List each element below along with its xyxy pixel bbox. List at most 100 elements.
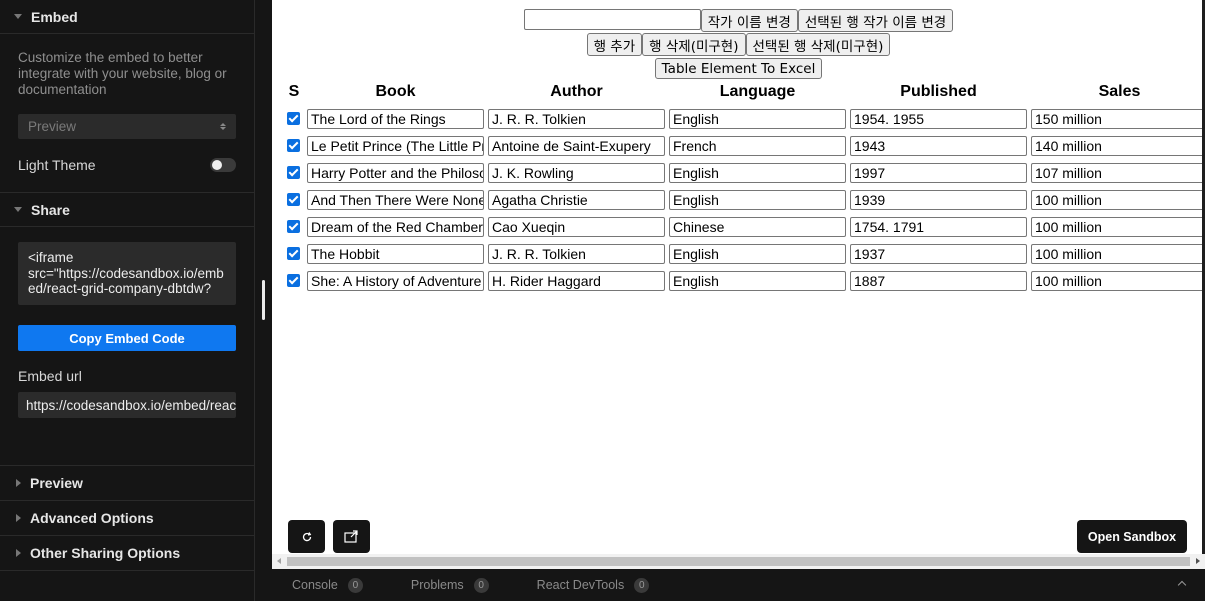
header-sales: Sales [1098, 83, 1141, 100]
problems-count-badge: 0 [473, 577, 489, 593]
horizontal-scrollbar[interactable] [272, 554, 1205, 569]
advanced-options-header[interactable]: Advanced Options [0, 501, 255, 536]
rename-selected-author-button[interactable]: 선택된 행 작가 이름 변경 [797, 9, 954, 32]
header-published: Published [900, 83, 977, 100]
preview-section-title: Preview [30, 475, 83, 491]
book-cell-input[interactable]: Harry Potter and the Philosopher's Stone [307, 163, 484, 183]
embed-section-header[interactable]: Embed [0, 0, 254, 34]
published-cell-input[interactable]: 1887 [850, 271, 1027, 291]
author-cell-input[interactable]: H. Rider Haggard [488, 271, 665, 291]
devtools-bar: Console 0 Problems 0 React DevTools 0 [272, 569, 1205, 601]
sales-cell-input[interactable]: 100 million [1031, 244, 1205, 264]
delete-selected-rows-button[interactable]: 선택된 행 삭제(미구현) [745, 33, 891, 56]
preview-frame: 작가 이름 변경 선택된 행 작가 이름 변경 행 추가 행 삭제(미구현) 선… [272, 0, 1205, 569]
language-cell-input[interactable]: English [669, 244, 846, 264]
console-tab[interactable]: Console 0 [292, 577, 363, 593]
author-cell-input[interactable]: J. R. R. Tolkien [488, 109, 665, 129]
author-cell-input[interactable]: Cao Xueqin [488, 217, 665, 237]
book-cell-input[interactable]: Dream of the Red Chamber [307, 217, 484, 237]
resize-handle[interactable] [262, 280, 265, 320]
row-select-checkbox[interactable] [287, 112, 300, 125]
row-select-checkbox[interactable] [287, 274, 300, 287]
problems-tab[interactable]: Problems 0 [410, 577, 489, 593]
published-cell-input[interactable]: 1937 [850, 244, 1027, 264]
book-cell-input[interactable]: She: A History of Adventure [307, 271, 484, 291]
light-theme-row: Light Theme [18, 153, 236, 177]
book-cell-input[interactable]: The Hobbit [307, 244, 484, 264]
copy-embed-code-button[interactable]: Copy Embed Code [18, 325, 236, 351]
light-theme-toggle[interactable] [210, 158, 236, 172]
open-sandbox-button[interactable]: Open Sandbox [1077, 520, 1187, 553]
other-sharing-options-title: Other Sharing Options [30, 545, 181, 561]
scrollbar-thumb[interactable] [287, 557, 1190, 566]
language-cell-input[interactable]: Chinese [669, 217, 846, 237]
row-select-checkbox[interactable] [287, 193, 300, 206]
chevron-up-icon[interactable] [1177, 580, 1187, 590]
row-select-checkbox[interactable] [287, 220, 300, 233]
author-cell-input[interactable]: Agatha Christie [488, 190, 665, 210]
language-cell-input[interactable]: English [669, 163, 846, 183]
select-arrows-icon [220, 123, 226, 130]
language-cell-input[interactable]: English [669, 109, 846, 129]
author-name-input[interactable] [523, 9, 701, 30]
sales-cell-input[interactable]: 100 million [1031, 217, 1205, 237]
open-new-window-button[interactable] [333, 520, 370, 553]
author-cell-input[interactable]: Antoine de Saint-Exupery [488, 136, 665, 156]
published-cell-input[interactable]: 1943 [850, 136, 1027, 156]
author-cell-input[interactable]: J. K. Rowling [488, 163, 665, 183]
sales-cell-input[interactable]: 150 million [1031, 109, 1205, 129]
react-devtools-tab[interactable]: React DevTools 0 [536, 577, 650, 593]
scroll-right-arrow-icon[interactable] [1196, 558, 1200, 564]
author-controls: 작가 이름 변경 선택된 행 작가 이름 변경 [272, 9, 1205, 32]
sales-cell-input[interactable]: 107 million [1031, 163, 1205, 183]
scroll-left-arrow-icon[interactable] [277, 558, 281, 564]
react-devtools-count-badge: 0 [634, 577, 650, 593]
book-cell-input[interactable]: Le Petit Prince (The Little Prince) [307, 136, 484, 156]
embed-url-input[interactable]: https://codesandbox.io/embed/react-grid-… [18, 392, 236, 418]
language-cell-input[interactable]: French [669, 136, 846, 156]
add-row-button[interactable]: 행 추가 [586, 33, 643, 56]
book-cell-input[interactable]: And Then There Were None [307, 190, 484, 210]
sales-cell-input[interactable]: 100 million [1031, 190, 1205, 210]
react-devtools-tab-label: React DevTools [536, 578, 625, 592]
share-section-header[interactable]: Share [0, 193, 254, 227]
advanced-options-title: Advanced Options [30, 510, 154, 526]
view-select-value: Preview [28, 119, 77, 134]
export-excel-button[interactable]: Table Element To Excel [654, 58, 823, 79]
rename-author-button[interactable]: 작가 이름 변경 [700, 9, 798, 32]
preview-section-header[interactable]: Preview [0, 466, 255, 501]
author-cell-input[interactable]: J. R. R. Tolkien [488, 244, 665, 264]
caret-right-icon [16, 514, 21, 522]
embed-code-textarea[interactable]: <iframe src="https://codesandbox.io/embe… [18, 242, 236, 305]
row-select-checkbox[interactable] [287, 166, 300, 179]
console-count-badge: 0 [347, 577, 363, 593]
refresh-button[interactable] [288, 520, 325, 553]
other-sharing-options-header[interactable]: Other Sharing Options [0, 536, 255, 571]
codesandbox-embed-page: Embed Customize the embed to better inte… [0, 0, 1205, 601]
published-cell-input[interactable]: 1939 [850, 190, 1027, 210]
language-cell-input[interactable]: English [669, 190, 846, 210]
sales-cell-input[interactable]: 100 million [1031, 271, 1205, 291]
light-theme-label: Light Theme [18, 157, 96, 173]
published-cell-input[interactable]: 1997 [850, 163, 1027, 183]
problems-tab-label: Problems [410, 578, 464, 592]
header-select: S [288, 83, 300, 100]
embed-section-title: Embed [31, 8, 78, 25]
console-tab-label: Console [292, 578, 338, 592]
row-controls: 행 추가 행 삭제(미구현) 선택된 행 삭제(미구현) [272, 33, 1205, 56]
published-cell-input[interactable]: 1754. 1791 [850, 217, 1027, 237]
view-select[interactable]: Preview [18, 114, 236, 139]
embed-sidebar: Embed Customize the embed to better inte… [0, 0, 255, 601]
language-cell-input[interactable]: English [669, 271, 846, 291]
published-cell-input[interactable]: 1954. 1955 [850, 109, 1027, 129]
caret-down-icon [14, 14, 22, 19]
export-controls: Table Element To Excel [272, 58, 1205, 79]
caret-down-icon [14, 207, 22, 212]
book-cell-input[interactable]: The Lord of the Rings [307, 109, 484, 129]
row-select-checkbox[interactable] [287, 139, 300, 152]
delete-row-button[interactable]: 행 삭제(미구현) [642, 33, 746, 56]
refresh-icon [302, 531, 311, 541]
row-select-checkbox[interactable] [287, 247, 300, 260]
sales-cell-input[interactable]: 140 million [1031, 136, 1205, 156]
share-section-title: Share [31, 201, 70, 218]
